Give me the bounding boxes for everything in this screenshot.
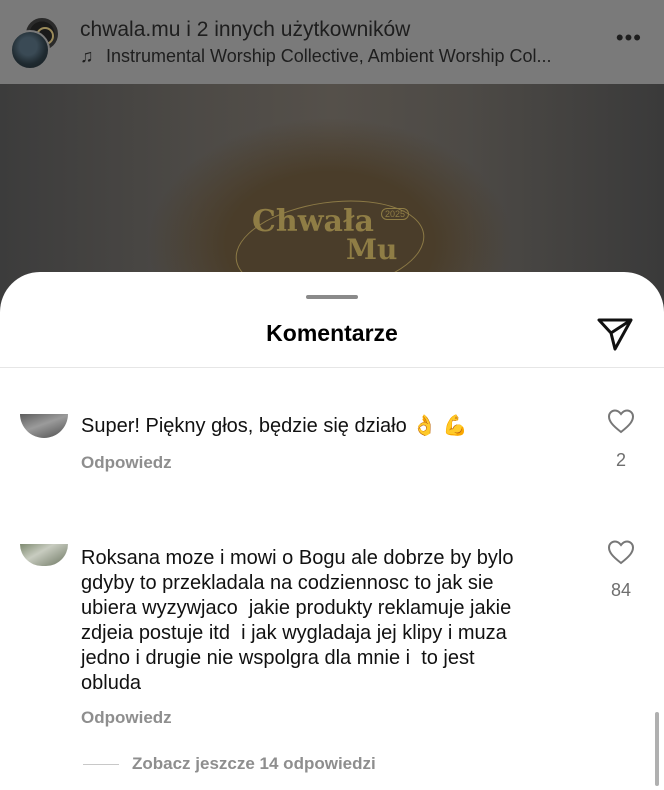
comment-line: gdyby to przekladala na codziennosc to j… xyxy=(81,572,494,594)
more-horizontal-icon[interactable]: ••• xyxy=(616,27,642,49)
audio-track[interactable]: ♫ Instrumental Worship Collective, Ambien… xyxy=(80,46,600,67)
comments-sheet: Komentarze Super! Piękny głos, będzie si… xyxy=(0,272,664,790)
sheet-title: Komentarze xyxy=(266,320,398,346)
like-count: 84 xyxy=(610,580,632,600)
heart-icon[interactable] xyxy=(607,539,635,565)
scrollbar[interactable] xyxy=(655,712,659,786)
logo-line-2: Mu xyxy=(346,233,398,266)
collab-avatars[interactable] xyxy=(10,16,62,70)
replies-divider xyxy=(83,764,119,765)
view-more-replies-button[interactable]: Zobacz jeszcze 14 odpowiedzi xyxy=(132,754,376,774)
comment-line: zdjeia postuje itd i jak wygladaja jej k… xyxy=(81,622,507,644)
comment-line: ubiera wyzywjaco jakie produkty reklamuj… xyxy=(81,597,512,619)
comment-line: Roksana moze i mowi o Bogu ale dobrze by… xyxy=(81,547,514,569)
logo-year: 2025 xyxy=(381,208,410,220)
reply-button[interactable]: Odpowiedz xyxy=(81,453,172,473)
avatar[interactable] xyxy=(20,414,68,438)
comment-line: obluda xyxy=(81,672,142,694)
audio-track-label: Instrumental Worship Collective, Ambient… xyxy=(106,46,552,66)
divider xyxy=(0,367,664,368)
reply-button[interactable]: Odpowiedz xyxy=(81,708,172,728)
comment-body: Super! Piękny głos, będzie się działo xyxy=(81,415,407,437)
avatar[interactable] xyxy=(20,544,68,566)
comment-text: Super! Piękny głos, będzie się działo 👌 … xyxy=(81,414,581,439)
post-author-title[interactable]: chwala.mu i 2 innych użytkowników xyxy=(80,18,410,42)
comment-emoji: 👌 💪 xyxy=(412,415,468,437)
like-count: 2 xyxy=(615,450,626,470)
comment-line: jedno i drugie nie wspolgra dla mnie i t… xyxy=(81,647,475,669)
send-icon[interactable] xyxy=(596,316,634,352)
heart-icon[interactable] xyxy=(607,408,635,434)
sheet-drag-handle[interactable] xyxy=(306,295,358,299)
music-note-icon: ♫ xyxy=(80,46,94,66)
avatar xyxy=(10,30,50,70)
comment-text: Roksana moze i mowi o Bogu ale dobrze by… xyxy=(81,546,581,696)
post-header: chwala.mu i 2 innych użytkowników ♫ Instr… xyxy=(0,0,664,84)
